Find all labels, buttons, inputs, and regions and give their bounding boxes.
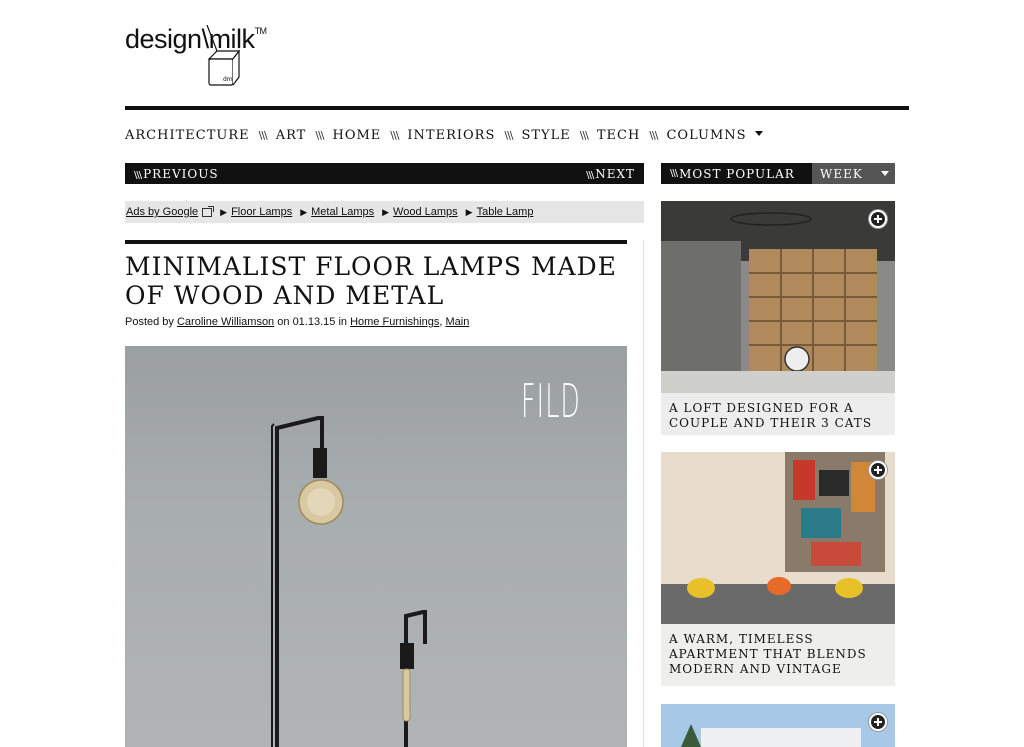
nav-separator: \\\ bbox=[649, 129, 658, 142]
site-logo[interactable]: design\milkTM dm bbox=[125, 22, 285, 88]
nav-architecture[interactable]: ARCHITECTURE bbox=[125, 128, 250, 143]
logo-trademark: TM bbox=[254, 26, 268, 36]
category-link-home-furnishings[interactable]: Home Furnishings bbox=[350, 316, 439, 328]
chevron-down-icon bbox=[881, 171, 889, 176]
nav-separator: \\\ bbox=[258, 129, 268, 142]
slashes-icon: \\\ bbox=[134, 169, 142, 181]
nav-separator: \\\ bbox=[390, 129, 399, 142]
author-link[interactable]: Caroline Williamson bbox=[177, 316, 274, 328]
main-nav: ARCHITECTURE \\\ ART \\\ HOME \\\ INTERI… bbox=[125, 128, 763, 143]
nav-home[interactable]: HOME bbox=[332, 128, 381, 143]
slashes-icon: \\\ bbox=[586, 169, 594, 181]
plus-icon[interactable] bbox=[869, 713, 887, 731]
byline-comma: , bbox=[439, 316, 443, 328]
ad-link-label: Wood Lamps bbox=[393, 206, 458, 218]
chevron-down-icon[interactable] bbox=[754, 131, 763, 136]
next-link[interactable]: \\\ NEXT bbox=[586, 167, 635, 181]
floor-lamp-illustration bbox=[271, 416, 427, 747]
nav-art[interactable]: ART bbox=[276, 128, 307, 143]
ad-link-label: Floor Lamps bbox=[231, 206, 293, 218]
byline: Posted by Caroline Williamson on 01.13.1… bbox=[125, 316, 469, 328]
ad-link-label: Table Lamp bbox=[476, 206, 534, 218]
nav-style[interactable]: STYLE bbox=[521, 128, 570, 143]
ad-link-wood-lamps[interactable]: ▶ Wood Lamps bbox=[382, 206, 458, 218]
most-popular-header: \\\ MOST POPULAR WEEK bbox=[661, 163, 895, 184]
external-link-icon[interactable] bbox=[202, 205, 215, 217]
slashes-icon: \\\ bbox=[670, 168, 678, 179]
ad-link-metal-lamps[interactable]: ▶ Metal Lamps bbox=[300, 206, 374, 218]
play-icon: ▶ bbox=[300, 207, 308, 217]
nav-separator: \\\ bbox=[504, 129, 513, 142]
category-link-main[interactable]: Main bbox=[445, 316, 469, 328]
post-pager: \\\ PREVIOUS \\\ NEXT bbox=[125, 163, 644, 184]
nav-columns[interactable]: COLUMNS bbox=[666, 128, 746, 143]
nav-tech[interactable]: TECH bbox=[597, 128, 640, 143]
article-title: MINIMALIST FLOOR LAMPS MADE OF WOOD AND … bbox=[125, 252, 617, 310]
play-icon: ▶ bbox=[220, 207, 228, 217]
next-label: NEXT bbox=[595, 166, 635, 181]
plus-icon[interactable] bbox=[869, 210, 887, 228]
byline-in: in bbox=[338, 316, 348, 328]
most-popular-text: MOST POPULAR bbox=[679, 166, 795, 181]
previous-label: PREVIOUS bbox=[143, 166, 219, 181]
popular-card[interactable] bbox=[661, 704, 895, 747]
article-hero-image[interactable]: FILD bbox=[125, 346, 627, 747]
nav-interiors[interactable]: INTERIORS bbox=[407, 128, 495, 143]
popular-period-value: WEEK bbox=[820, 166, 863, 181]
milk-carton-icon: dm bbox=[206, 25, 241, 86]
previous-link[interactable]: \\\ PREVIOUS bbox=[134, 167, 219, 181]
plus-icon[interactable] bbox=[869, 461, 887, 479]
byline-prefix: Posted by bbox=[125, 316, 174, 328]
nav-separator: \\\ bbox=[315, 129, 324, 142]
play-icon: ▶ bbox=[382, 207, 390, 217]
ad-link-label: Metal Lamps bbox=[311, 206, 375, 218]
ad-link-floor-lamps[interactable]: ▶ Floor Lamps bbox=[220, 206, 292, 218]
card-image bbox=[661, 704, 895, 747]
card-caption: A WARM, TIMELESS APARTMENT THAT BLENDS M… bbox=[661, 624, 895, 686]
column-divider bbox=[643, 240, 644, 747]
article-rule bbox=[125, 240, 627, 244]
ads-bar: Ads by Google ▶ Floor Lamps ▶ Metal Lamps … bbox=[125, 201, 644, 223]
ads-by-google-link[interactable]: Ads by Google bbox=[126, 206, 198, 218]
popular-card[interactable]: A WARM, TIMELESS APARTMENT THAT BLENDS M… bbox=[661, 452, 895, 686]
popular-card[interactable]: A LOFT DESIGNED FOR A COUPLE AND THEIR 3… bbox=[661, 201, 895, 435]
most-popular-label: \\\ MOST POPULAR bbox=[661, 163, 812, 184]
post-date: 01.13.15 bbox=[292, 316, 336, 328]
nav-separator: \\\ bbox=[579, 129, 589, 142]
play-icon: ▶ bbox=[465, 207, 473, 217]
carton-label: dm bbox=[223, 76, 233, 83]
ad-link-table-lamp[interactable]: ▶ Table Lamp bbox=[466, 206, 534, 218]
byline-on: on bbox=[277, 316, 290, 328]
popular-period-select[interactable]: WEEK bbox=[812, 163, 895, 184]
card-caption: A LOFT DESIGNED FOR A COUPLE AND THEIR 3… bbox=[661, 393, 895, 435]
header-rule bbox=[125, 106, 909, 110]
